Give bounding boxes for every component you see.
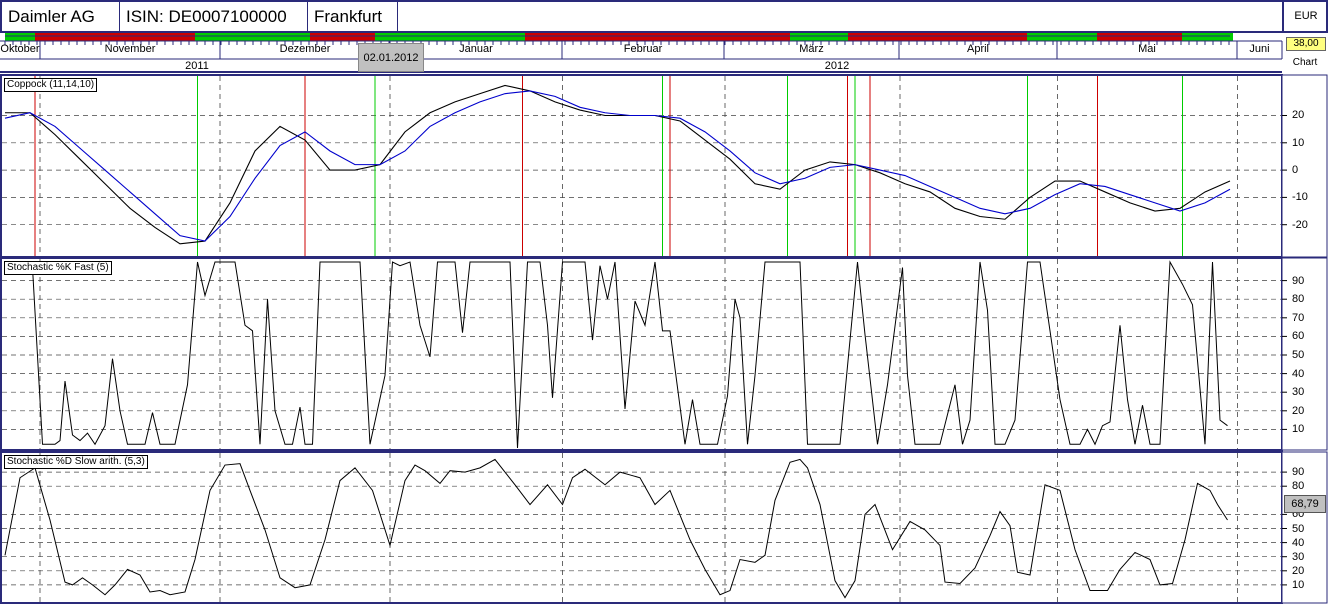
selected-date-marker[interactable]: 02.01.2012 <box>358 43 424 72</box>
y-tick-label: -20 <box>1292 218 1308 231</box>
panel-frame <box>0 74 1283 258</box>
month-label: März <box>799 43 824 55</box>
y-tick-label: 40 <box>1292 536 1305 549</box>
price-marker: 38,00 <box>1286 37 1326 51</box>
indicator-title[interactable]: Coppock (11,14,10) <box>4 78 98 92</box>
y-tick-label: 80 <box>1292 293 1305 306</box>
isin-label: ISIN: DE0007100000 <box>120 2 308 31</box>
y-tick-label: 60 <box>1292 330 1305 343</box>
indicator-title[interactable]: Stochastic %D Slow arith. (5,3) <box>4 455 148 469</box>
y-tick-label: 20 <box>1292 109 1305 122</box>
y-tick-label: 50 <box>1292 522 1305 535</box>
month-label: Dezember <box>279 43 331 55</box>
stochastic-k-fast-panel[interactable] <box>0 257 1328 451</box>
y-tick-label: 30 <box>1292 550 1305 563</box>
y-axis-area <box>1281 257 1328 451</box>
panel-frame <box>0 451 1283 604</box>
instrument-header: Daimler AG ISIN: DE0007100000 Frankfurt <box>0 0 1328 33</box>
currency-label: EUR <box>1282 0 1328 33</box>
y-axis-area <box>1281 451 1328 604</box>
y-tick-label: 70 <box>1292 311 1305 324</box>
month-label: Januar <box>459 43 493 55</box>
y-tick-label: 10 <box>1292 578 1305 591</box>
panel-frame <box>0 257 1283 451</box>
y-tick-label: 30 <box>1292 386 1305 399</box>
indicator-title[interactable]: Stochastic %K Fast (5) <box>4 261 112 275</box>
y-tick-label: 20 <box>1292 564 1305 577</box>
y-tick-label: 0 <box>1292 164 1299 177</box>
chart-label: Chart <box>1292 57 1318 68</box>
y-tick-label: 90 <box>1292 466 1305 479</box>
y-tick-label: 90 <box>1292 274 1305 287</box>
month-label: April <box>966 43 990 55</box>
y-tick-label: 80 <box>1292 480 1305 493</box>
y-tick-label: 50 <box>1292 349 1305 361</box>
month-label: Juni <box>1249 43 1270 55</box>
company-name: Daimler AG <box>2 2 120 31</box>
current-value-badge: 68,79 <box>1284 495 1326 513</box>
month-label: Februar <box>623 43 663 55</box>
coppock-panel[interactable] <box>0 74 1328 258</box>
stochastic-d-slow-panel[interactable] <box>0 451 1328 604</box>
y-tick-label: 20 <box>1292 404 1305 417</box>
exchange-label[interactable]: Frankfurt <box>308 2 398 31</box>
month-label: Mai <box>1138 43 1156 55</box>
year-label-2012: 2012 <box>824 60 850 72</box>
year-label-2011: 2011 <box>185 60 209 72</box>
y-tick-label: -10 <box>1292 191 1308 204</box>
y-tick-label: 40 <box>1292 367 1305 380</box>
y-tick-label: 10 <box>1292 423 1305 436</box>
y-tick-label: 10 <box>1292 136 1305 149</box>
month-label: Oktober <box>0 43 40 55</box>
month-label: November <box>104 43 156 55</box>
